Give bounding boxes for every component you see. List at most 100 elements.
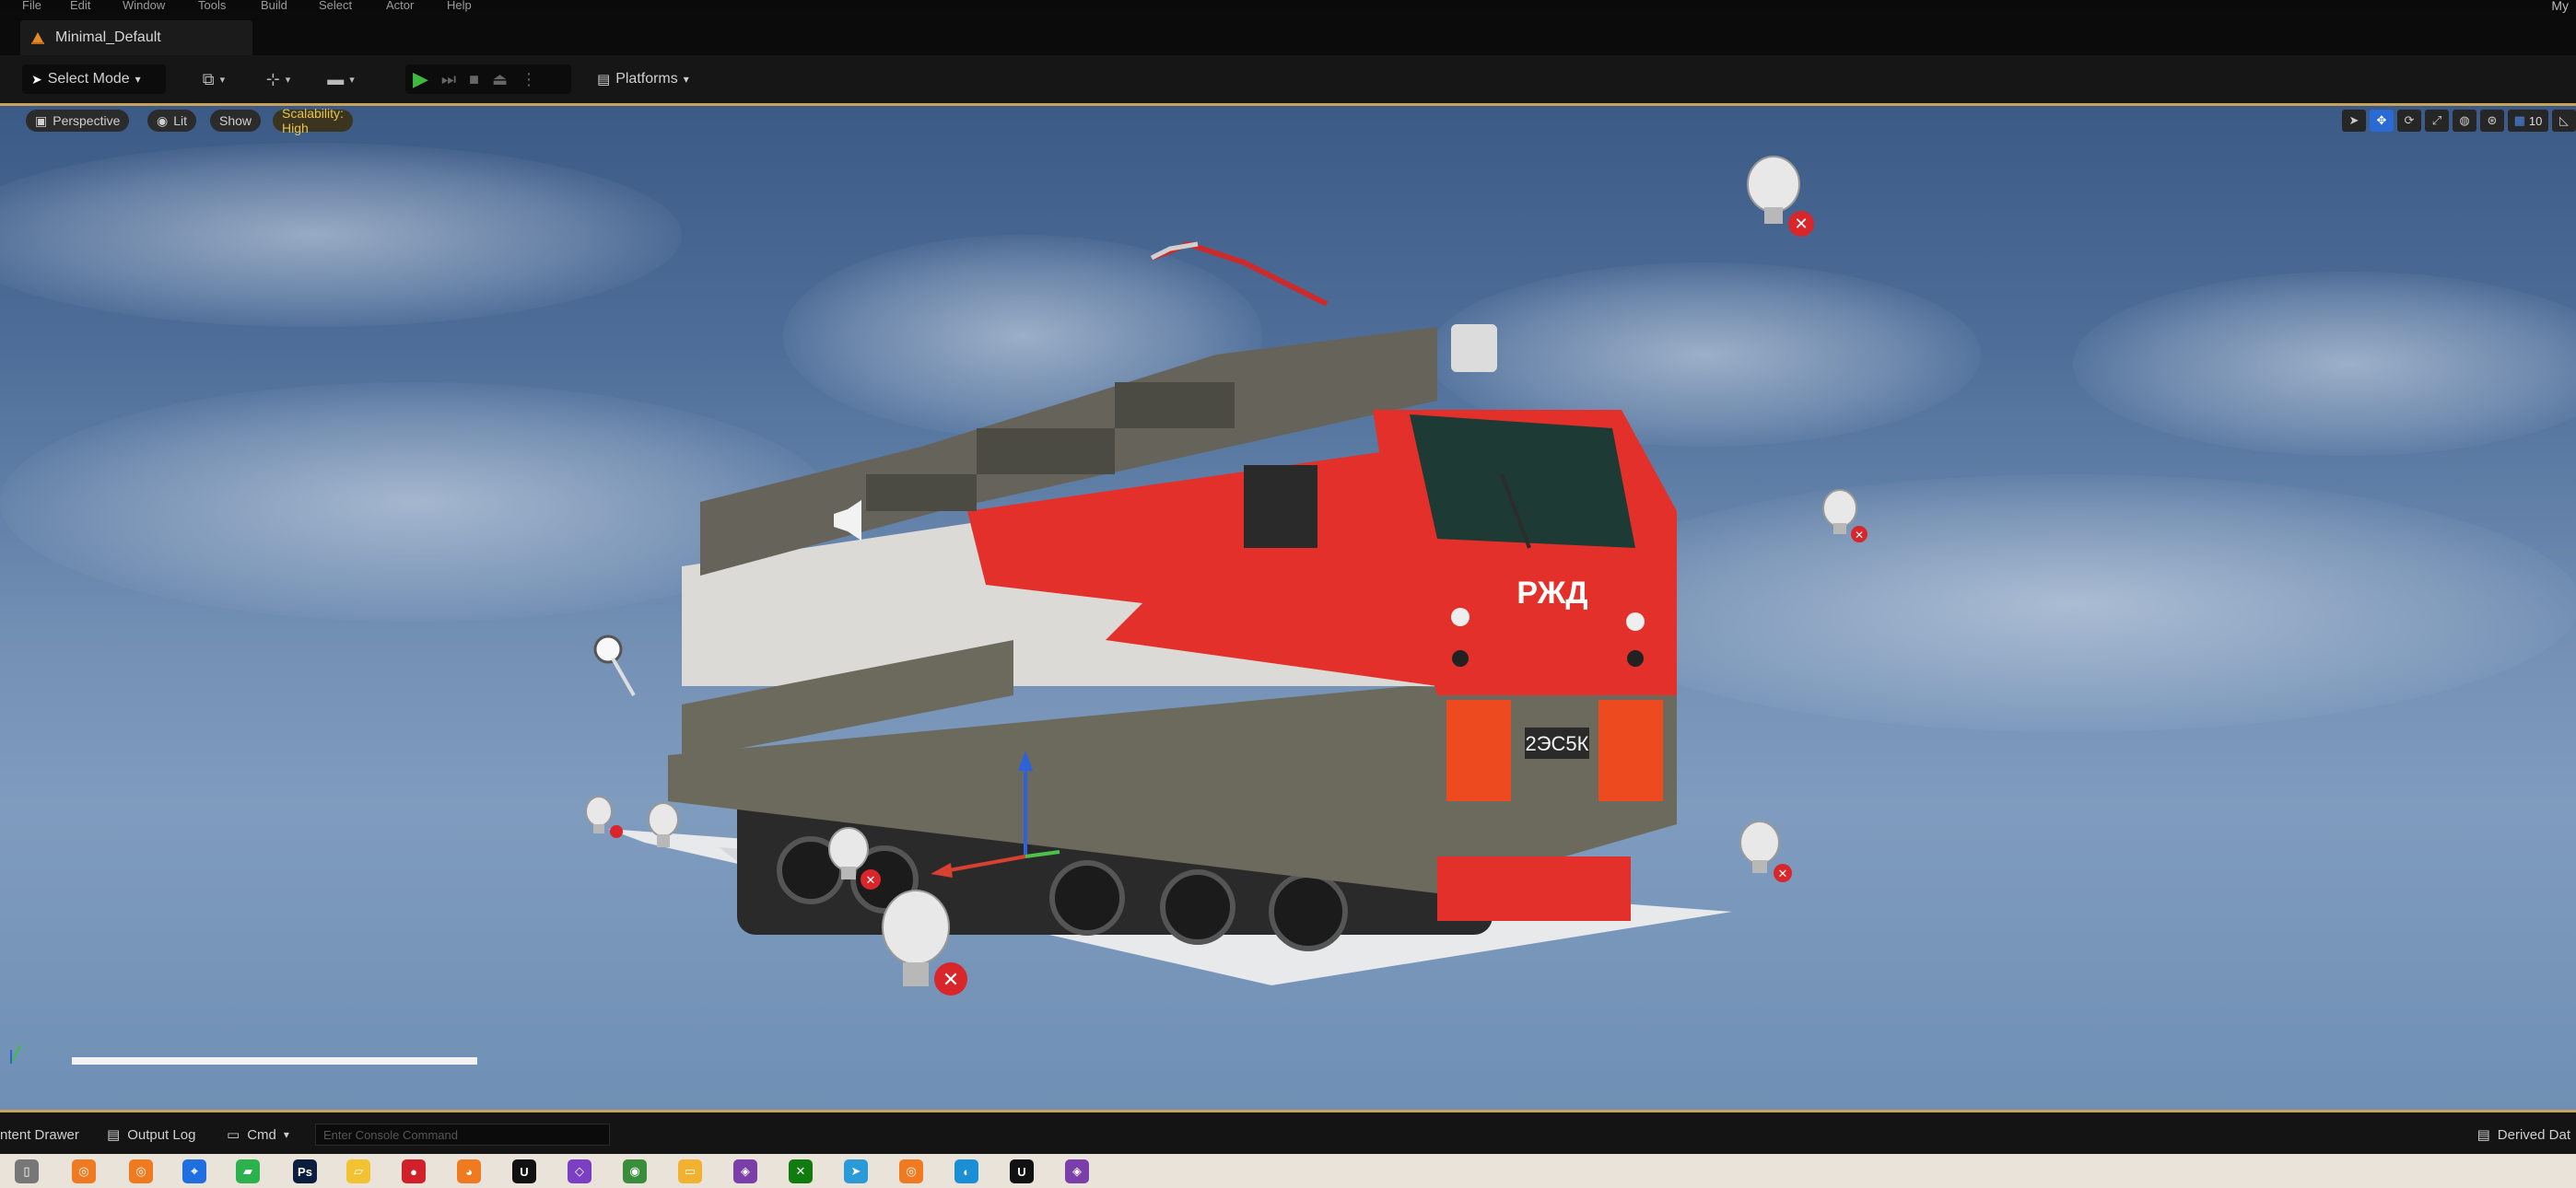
locomotive-logo: РЖД: [1516, 576, 1587, 611]
cursor-icon: ➤: [31, 71, 42, 87]
clapperboard-icon: ▬: [327, 69, 345, 88]
edge-icon[interactable]: ◐: [954, 1159, 978, 1183]
windows-taskbar: ▯ ◎ ◎ ⌖ ▰ Ps ▱ ● ◕ U ◇ ◉ ▭ ◈ ✕ ➤ ◎ ◐ U ◈: [0, 1154, 2576, 1188]
select-mode-label: Select Mode: [47, 71, 130, 87]
platforms-icon: ▤: [597, 72, 611, 87]
phone-link-icon[interactable]: ▰: [236, 1159, 260, 1183]
level-tab-title: Minimal_Default: [55, 29, 161, 45]
blender-icon[interactable]: ◎: [129, 1159, 153, 1183]
blender-icon[interactable]: ◎: [899, 1159, 923, 1183]
menu-window[interactable]: Window: [123, 0, 165, 12]
output-log-button[interactable]: ▤ Output Log: [107, 1124, 195, 1146]
chevron-down-icon: ▾: [349, 74, 355, 86]
chevron-down-icon: ▾: [683, 73, 689, 86]
svg-text:✕: ✕: [1794, 215, 1808, 234]
select-mode-dropdown[interactable]: ➤ Select Mode ▾: [22, 64, 166, 94]
stop-icon[interactable]: ■: [469, 70, 479, 89]
unreal-engine-icon[interactable]: U: [1010, 1159, 1034, 1183]
chrome-icon[interactable]: ◉: [623, 1159, 647, 1183]
telegram-icon[interactable]: ➤: [844, 1159, 868, 1183]
add-actor-icon: ⧉: [202, 69, 215, 88]
svg-text:✕: ✕: [866, 874, 876, 888]
point-light-icon[interactable]: ✕: [1820, 488, 1875, 543]
folder-icon[interactable]: ▭: [678, 1159, 702, 1183]
maps-icon[interactable]: ⌖: [182, 1159, 206, 1183]
point-light-icon[interactable]: ✕: [825, 826, 889, 891]
point-light-icon[interactable]: [643, 801, 684, 853]
level-tab-row: Minimal_Default: [0, 13, 2576, 55]
content-drawer-button[interactable]: ntent Drawer: [0, 1124, 79, 1146]
visual-studio-icon[interactable]: ◇: [568, 1159, 591, 1183]
step-icon[interactable]: ⏭: [441, 70, 456, 89]
headlight: [1627, 650, 1644, 667]
editor-status-bar: ntent Drawer ▤ Output Log ▭ Cmd ▾ Enter …: [0, 1110, 2576, 1154]
main-toolbar: ➤ Select Mode ▾ ⧉ ▾ ⊹ ▾ ▬ ▾ ▶ ⏭ ■ ⏏ ⋮ ▤ Pla…: [0, 55, 2576, 103]
point-light-icon[interactable]: [582, 795, 628, 841]
eject-icon[interactable]: ⏏: [492, 70, 508, 89]
menu-help[interactable]: Help: [447, 0, 472, 12]
menu-select[interactable]: Select: [319, 0, 352, 12]
headlight: [1451, 608, 1469, 626]
menu-bar: File Edit Window Tools Build Select Acto…: [0, 0, 2576, 13]
output-log-label: Output Log: [127, 1126, 196, 1143]
chevron-down-icon: ▾: [285, 74, 291, 86]
console-placeholder: Enter Console Command: [323, 1127, 458, 1142]
file-explorer-icon[interactable]: ▱: [346, 1159, 370, 1183]
database-icon: ▤: [2476, 1127, 2490, 1143]
chevron-down-icon: ▾: [283, 1128, 289, 1141]
plough-red: [1437, 856, 1631, 921]
menu-tools[interactable]: Tools: [198, 0, 226, 12]
app-icon[interactable]: ◈: [1065, 1159, 1089, 1183]
point-light-icon[interactable]: ✕: [1737, 820, 1801, 884]
point-light-icon[interactable]: ✕: [1741, 152, 1833, 244]
loading-progress-bar: [72, 1057, 477, 1065]
sun-light-actor: [593, 635, 623, 664]
loading-progress-fill: [72, 1057, 477, 1065]
terminal-icon: ▭: [227, 1127, 240, 1143]
world-axis-y: [10, 1044, 21, 1065]
photoshop-icon[interactable]: Ps: [293, 1159, 317, 1183]
roof-lamp: [1451, 324, 1497, 372]
chevron-down-icon: ▾: [219, 74, 226, 86]
roof-vent: [1115, 382, 1235, 428]
menu-build[interactable]: Build: [261, 0, 287, 12]
cmd-dropdown[interactable]: ▭ Cmd ▾: [227, 1124, 289, 1146]
red-app-icon[interactable]: ●: [402, 1159, 426, 1183]
roof-vent: [977, 428, 1115, 474]
locomotive-number: 2ЭС5К: [1526, 732, 1589, 755]
wheel: [1269, 872, 1348, 951]
front-panel-orange: [1446, 700, 1511, 801]
pantograph: [1150, 240, 1329, 307]
derived-data-label: Derived Dat: [2497, 1126, 2570, 1143]
blender-icon[interactable]: ◎: [72, 1159, 96, 1183]
user-name[interactable]: My: [2551, 0, 2569, 13]
menu-edit[interactable]: Edit: [70, 0, 90, 12]
console-command-input[interactable]: Enter Console Command: [315, 1124, 610, 1146]
platforms-dropdown[interactable]: ▤ Platforms ▾: [591, 64, 711, 94]
level-tab[interactable]: Minimal_Default: [20, 20, 252, 55]
roof-vent: [866, 474, 977, 511]
unreal-engine-icon[interactable]: U: [512, 1159, 536, 1183]
derived-data-button[interactable]: ▤ Derived Dat: [2477, 1124, 2576, 1146]
play-icon[interactable]: ▶: [413, 67, 428, 91]
headlight: [1452, 650, 1469, 667]
blueprints-button[interactable]: ⊹ ▾: [262, 64, 295, 94]
headlight: [1626, 612, 1645, 631]
wheel: [1049, 860, 1125, 936]
menu-actor[interactable]: Actor: [386, 0, 414, 12]
cinematics-button[interactable]: ▬ ▾: [324, 64, 357, 94]
xbox-icon[interactable]: ✕: [789, 1159, 813, 1183]
add-actor-button[interactable]: ⧉ ▾: [197, 64, 230, 94]
cmd-label: Cmd: [247, 1126, 276, 1143]
point-light-icon[interactable]: ✕: [877, 889, 978, 999]
level-viewport[interactable]: ▣ Perspective ◉ Lit Show Scalability: Hi…: [0, 106, 2576, 1110]
chevron-down-icon: ▾: [135, 73, 141, 86]
firefox-icon[interactable]: ◕: [457, 1159, 481, 1183]
locomotive-scene: 2ЭС5К РЖД: [10, 240, 1732, 1065]
content-drawer-label: ntent Drawer: [0, 1126, 79, 1143]
more-options-icon[interactable]: ⋮: [521, 70, 537, 89]
menu-file[interactable]: File: [22, 0, 41, 12]
task-view-icon[interactable]: ▯: [15, 1159, 39, 1183]
cab-side-window: [1244, 465, 1317, 548]
app-icon[interactable]: ◈: [733, 1159, 757, 1183]
